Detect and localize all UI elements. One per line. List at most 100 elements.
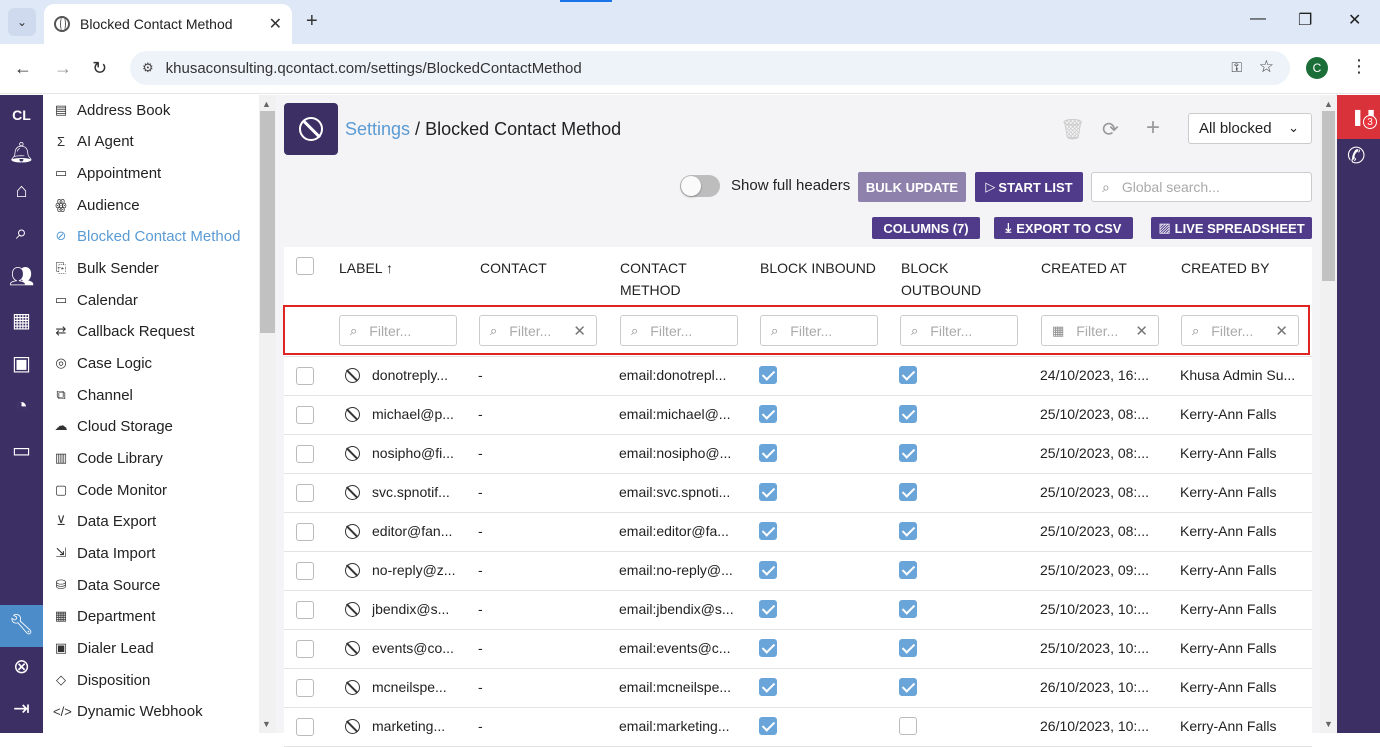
table-row[interactable]: jbendix@s... - email:jbendix@s... 25/10/202… <box>284 591 1312 630</box>
sidebar-item-ai-agent[interactable]: Σ AI Agent <box>53 130 134 152</box>
table-row[interactable]: nosipho@fi... - email:nosipho@... 25/10/202… <box>284 435 1312 474</box>
filter-created-at-input[interactable]: ▦ Filter... ✕ <box>1041 315 1159 346</box>
sidebar-scrollbar[interactable]: ▲ ▼ <box>259 95 276 733</box>
block-outbound-checkbox[interactable] <box>899 483 917 501</box>
sidebar-item-callback-request[interactable]: ⇄ Callback Request <box>53 320 195 342</box>
row-checkbox[interactable] <box>296 640 314 658</box>
block-inbound-checkbox[interactable] <box>759 561 777 579</box>
header-created-by[interactable]: CREATED BY <box>1181 257 1269 279</box>
sidebar-item-data-import[interactable]: ⇲ Data Import <box>53 542 156 564</box>
scroll-up-arrow-icon[interactable]: ▲ <box>1324 99 1333 109</box>
view-select[interactable]: All blocked ⌄ <box>1188 113 1312 144</box>
select-all-checkbox[interactable] <box>296 257 314 275</box>
wrench-icon[interactable]: 🔧︎ <box>8 611 35 638</box>
main-scroll-thumb[interactable] <box>1322 111 1335 281</box>
sidebar-item-code-monitor[interactable]: ▢ Code Monitor <box>53 479 167 501</box>
sidebar-item-case-logic[interactable]: ◎ Case Logic <box>53 352 152 374</box>
table-row[interactable]: no-reply@z... - email:no-reply@... 25/10/20… <box>284 552 1312 591</box>
block-inbound-checkbox[interactable] <box>759 405 777 423</box>
sidebar-item-address-book[interactable]: ▤ Address Book <box>53 99 171 121</box>
cell-label[interactable]: marketing... <box>372 718 472 734</box>
sidebar-item-code-library[interactable]: ▥ Code Library <box>53 447 163 469</box>
close-window-button[interactable]: ✕ <box>1348 10 1361 30</box>
search-icon[interactable]: ⌕ <box>8 220 35 247</box>
pie-chart-icon[interactable]: ◔ <box>8 393 35 420</box>
trash-icon[interactable]: 🗑︎ <box>1060 117 1085 142</box>
scroll-up-arrow-icon[interactable]: ▲ <box>262 99 271 109</box>
main-scrollbar[interactable]: ▲ ▼ <box>1320 95 1337 733</box>
clear-icon[interactable]: ✕ <box>1135 322 1148 340</box>
full-headers-toggle[interactable] <box>680 175 720 197</box>
sidebar-item-bulk-sender[interactable]: ⎘ Bulk Sender <box>53 257 159 279</box>
header-label[interactable]: LABEL ↑ <box>339 257 393 279</box>
block-outbound-checkbox[interactable] <box>899 717 917 735</box>
profile-avatar[interactable]: C <box>1306 57 1328 79</box>
cell-label[interactable]: jbendix@s... <box>372 601 472 617</box>
add-icon[interactable]: + <box>1146 114 1160 142</box>
table-row[interactable]: donotreply... - email:donotrepl... 24/10/20… <box>284 357 1312 396</box>
table-row[interactable]: events@co... - email:events@c... 25/10/2023… <box>284 630 1312 669</box>
scroll-down-arrow-icon[interactable]: ▼ <box>262 719 271 729</box>
minimize-button[interactable]: — <box>1250 10 1266 28</box>
block-outbound-checkbox[interactable] <box>899 405 917 423</box>
row-checkbox[interactable] <box>296 406 314 424</box>
row-checkbox[interactable] <box>296 367 314 385</box>
sidebar-item-data-source[interactable]: ⛁ Data Source <box>53 574 161 596</box>
block-inbound-checkbox[interactable] <box>759 600 777 618</box>
url-bar[interactable]: ⚙ khusaconsulting.qcontact.com/settings/… <box>130 51 1290 85</box>
sidebar-item-dynamic-webhook[interactable]: </> Dynamic Webhook <box>53 700 203 722</box>
columns-button[interactable]: COLUMNS (7) <box>872 217 980 239</box>
export-csv-button[interactable]: ⤓ EXPORT TO CSV <box>994 217 1133 239</box>
row-checkbox[interactable] <box>296 484 314 502</box>
filter-block-outbound-input[interactable]: ⌕ Filter... <box>900 315 1018 346</box>
block-outbound-checkbox[interactable] <box>899 561 917 579</box>
header-contact-method[interactable]: CONTACT METHOD <box>620 257 687 301</box>
sidebar-scroll-thumb[interactable] <box>260 111 275 333</box>
sidebar-item-appointment[interactable]: ▭ Appointment <box>53 162 161 184</box>
live-spreadsheet-button[interactable]: ▨ LIVE SPREADSHEET <box>1151 217 1312 239</box>
block-inbound-checkbox[interactable] <box>759 366 777 384</box>
block-inbound-checkbox[interactable] <box>759 483 777 501</box>
cell-label[interactable]: events@co... <box>372 640 472 656</box>
life-ring-icon[interactable]: ⊗ <box>8 653 35 680</box>
clear-icon[interactable]: ✕ <box>573 322 586 340</box>
back-button[interactable]: ← <box>14 58 32 79</box>
url-text[interactable]: khusaconsulting.qcontact.com/settings/Bl… <box>166 60 582 77</box>
header-contact[interactable]: CONTACT <box>480 257 547 279</box>
filter-contact-input[interactable]: ⌕ Filter... ✕ <box>479 315 597 346</box>
user-initials[interactable]: CL <box>0 107 43 123</box>
browser-tab[interactable]: Blocked Contact Method ✕ <box>44 4 292 44</box>
cell-label[interactable]: michael@p... <box>372 406 472 422</box>
block-outbound-checkbox[interactable] <box>899 639 917 657</box>
sidebar-item-department[interactable]: ▦ Department <box>53 605 156 627</box>
header-block-outbound[interactable]: BLOCK OUTBOUND <box>901 257 981 301</box>
table-row[interactable]: editor@fan... - email:editor@fa... 25/10/20… <box>284 513 1312 552</box>
users-icon[interactable]: 👥︎ <box>8 263 35 290</box>
cell-label[interactable]: nosipho@fi... <box>372 445 472 461</box>
site-settings-icon[interactable]: ⚙ <box>142 60 154 76</box>
block-outbound-checkbox[interactable] <box>899 444 917 462</box>
filter-block-inbound-input[interactable]: ⌕ Filter... <box>760 315 878 346</box>
cell-label[interactable]: editor@fan... <box>372 523 472 539</box>
row-checkbox[interactable] <box>296 679 314 697</box>
bulk-update-button[interactable]: BULK UPDATE <box>858 172 966 202</box>
clear-icon[interactable]: ✕ <box>1275 322 1288 340</box>
block-inbound-checkbox[interactable] <box>759 639 777 657</box>
block-inbound-checkbox[interactable] <box>759 444 777 462</box>
header-block-inbound[interactable]: BLOCK INBOUND <box>760 257 876 279</box>
close-tab-icon[interactable]: ✕ <box>269 14 282 34</box>
table-row[interactable]: michael@p... - email:michael@... 25/10/2023… <box>284 396 1312 435</box>
filter-contact-method-input[interactable]: ⌕ Filter... <box>620 315 738 346</box>
restore-button[interactable]: ❐ <box>1298 10 1312 30</box>
filter-label-input[interactable]: ⌕ Filter... <box>339 315 457 346</box>
table-row[interactable]: mcneilspe... - email:mcneilspe... 26/10/202… <box>284 669 1312 708</box>
row-checkbox[interactable] <box>296 601 314 619</box>
monitor-icon[interactable]: ▭ <box>8 437 35 464</box>
cell-label[interactable]: donotreply... <box>372 367 472 383</box>
row-checkbox[interactable] <box>296 718 314 736</box>
reload-button[interactable]: ↻ <box>92 58 107 79</box>
home-icon[interactable]: ⌂ <box>8 178 35 205</box>
cell-label[interactable]: svc.spnotif... <box>372 484 472 500</box>
sidebar-item-dialer-lead[interactable]: ▣ Dialer Lead <box>53 637 154 659</box>
refresh-icon[interactable]: ⟳ <box>1102 117 1119 142</box>
